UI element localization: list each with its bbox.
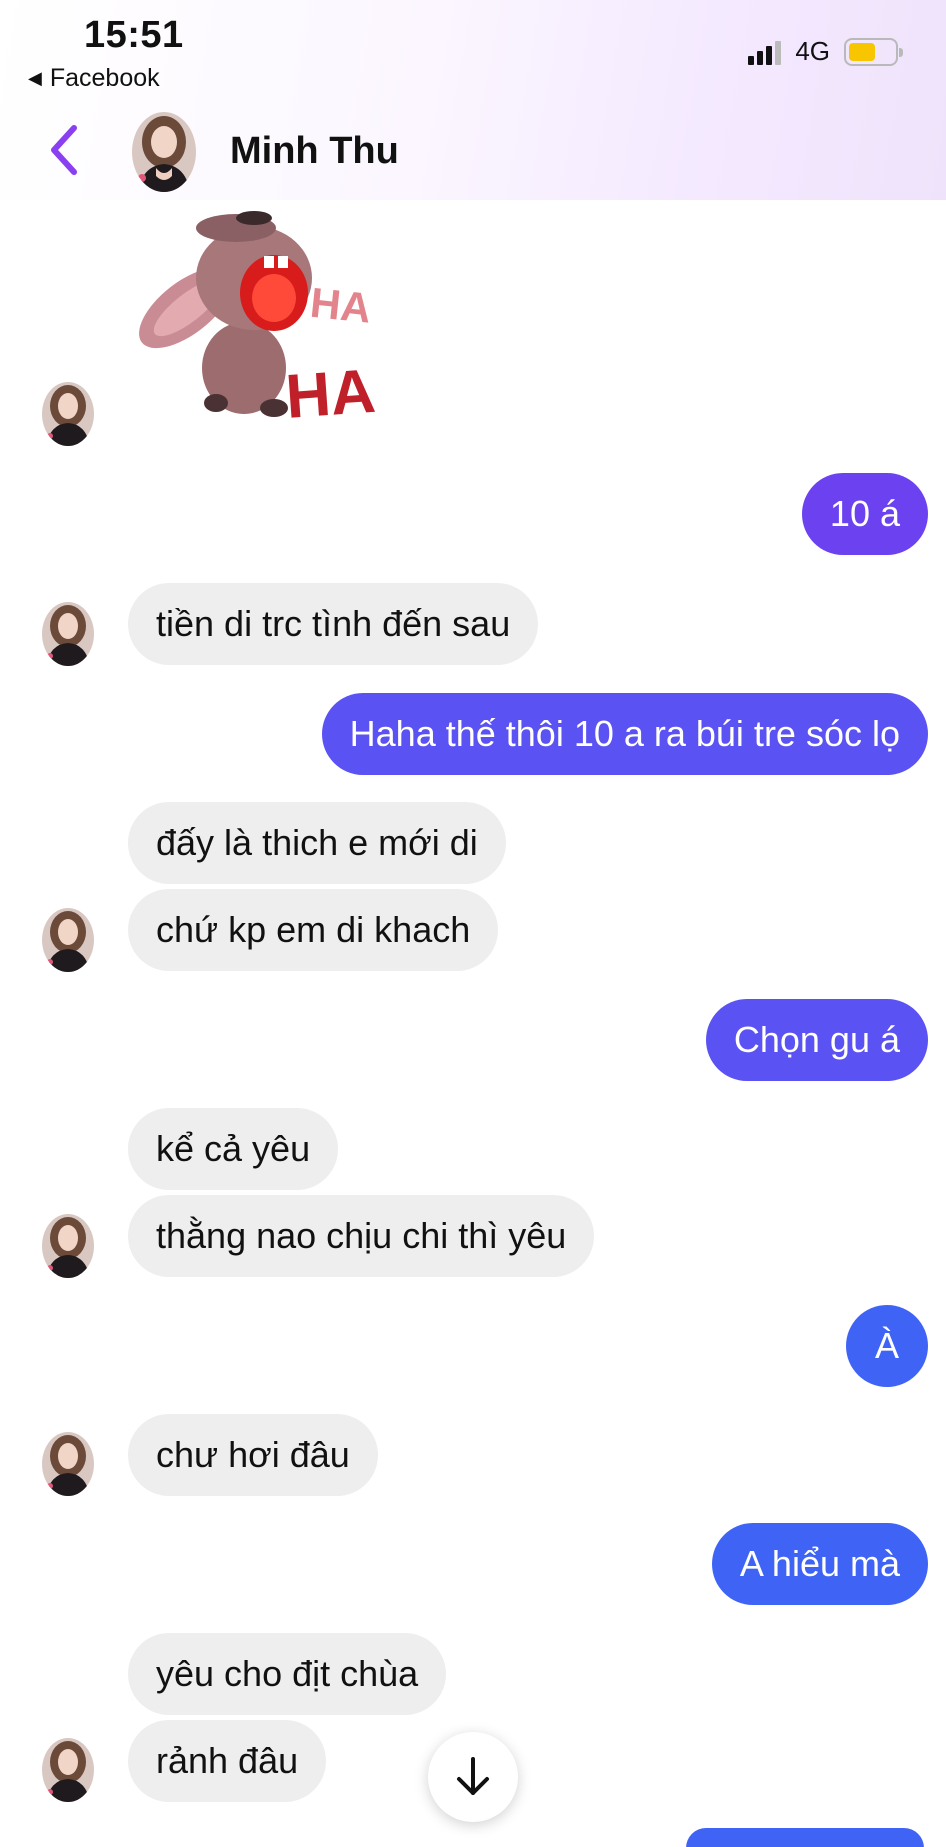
sticker-text-top: HA (308, 279, 373, 332)
sender-avatar[interactable] (42, 908, 94, 972)
sender-avatar[interactable] (42, 382, 94, 446)
arrow-down-icon (457, 1757, 489, 1795)
received-message[interactable]: tiền di trc tình đến sau (128, 583, 539, 665)
sent-message[interactable]: A hiểu mà (711, 1523, 928, 1605)
scroll-to-bottom-button[interactable] (428, 1732, 518, 1822)
received-message[interactable]: đấy là thich e mới di (128, 802, 506, 884)
received-message[interactable]: rảnh đâu (128, 1720, 327, 1802)
sent-message-partial[interactable] (686, 1828, 924, 1847)
contact-name[interactable]: Minh Thu (230, 130, 399, 173)
received-message[interactable]: chứ kp em di khach (128, 889, 499, 971)
contact-avatar[interactable] (132, 112, 196, 192)
received-message[interactable]: chư hơi đâu (128, 1414, 378, 1496)
back-triangle-icon: ◀ (28, 68, 42, 88)
sender-avatar[interactable] (42, 1738, 94, 1802)
sender-avatar[interactable] (42, 1214, 94, 1278)
signal-icon (748, 39, 782, 65)
received-message[interactable]: kể cả yêu (128, 1108, 339, 1190)
sent-message[interactable]: Chọn gu á (705, 999, 928, 1081)
laughing-dog-sticker[interactable]: HA HA (124, 198, 384, 438)
received-message[interactable]: thằng nao chịu chi thì yêu (128, 1195, 595, 1277)
status-indicators: 4G (748, 36, 903, 67)
sticker-text-bottom: HA (283, 357, 377, 432)
battery-icon (844, 37, 903, 66)
back-app-label: Facebook (49, 64, 160, 92)
network-type: 4G (795, 36, 830, 66)
sender-avatar[interactable] (42, 1432, 94, 1496)
sender-avatar[interactable] (42, 602, 94, 666)
received-message[interactable]: yêu cho địt chùa (128, 1633, 447, 1715)
sent-message[interactable]: 10 á (801, 473, 928, 555)
status-time: 15:51 (84, 14, 184, 56)
chevron-left-icon[interactable] (44, 122, 84, 178)
back-to-app-link[interactable]: ◀ Facebook (28, 64, 160, 93)
sent-message[interactable]: À (846, 1305, 928, 1387)
sent-message[interactable]: Haha thế thôi 10 a ra búi tre sóc lọ (321, 693, 928, 775)
chat-header: 15:51 ◀ Facebook 4G Minh Thu (0, 0, 946, 200)
